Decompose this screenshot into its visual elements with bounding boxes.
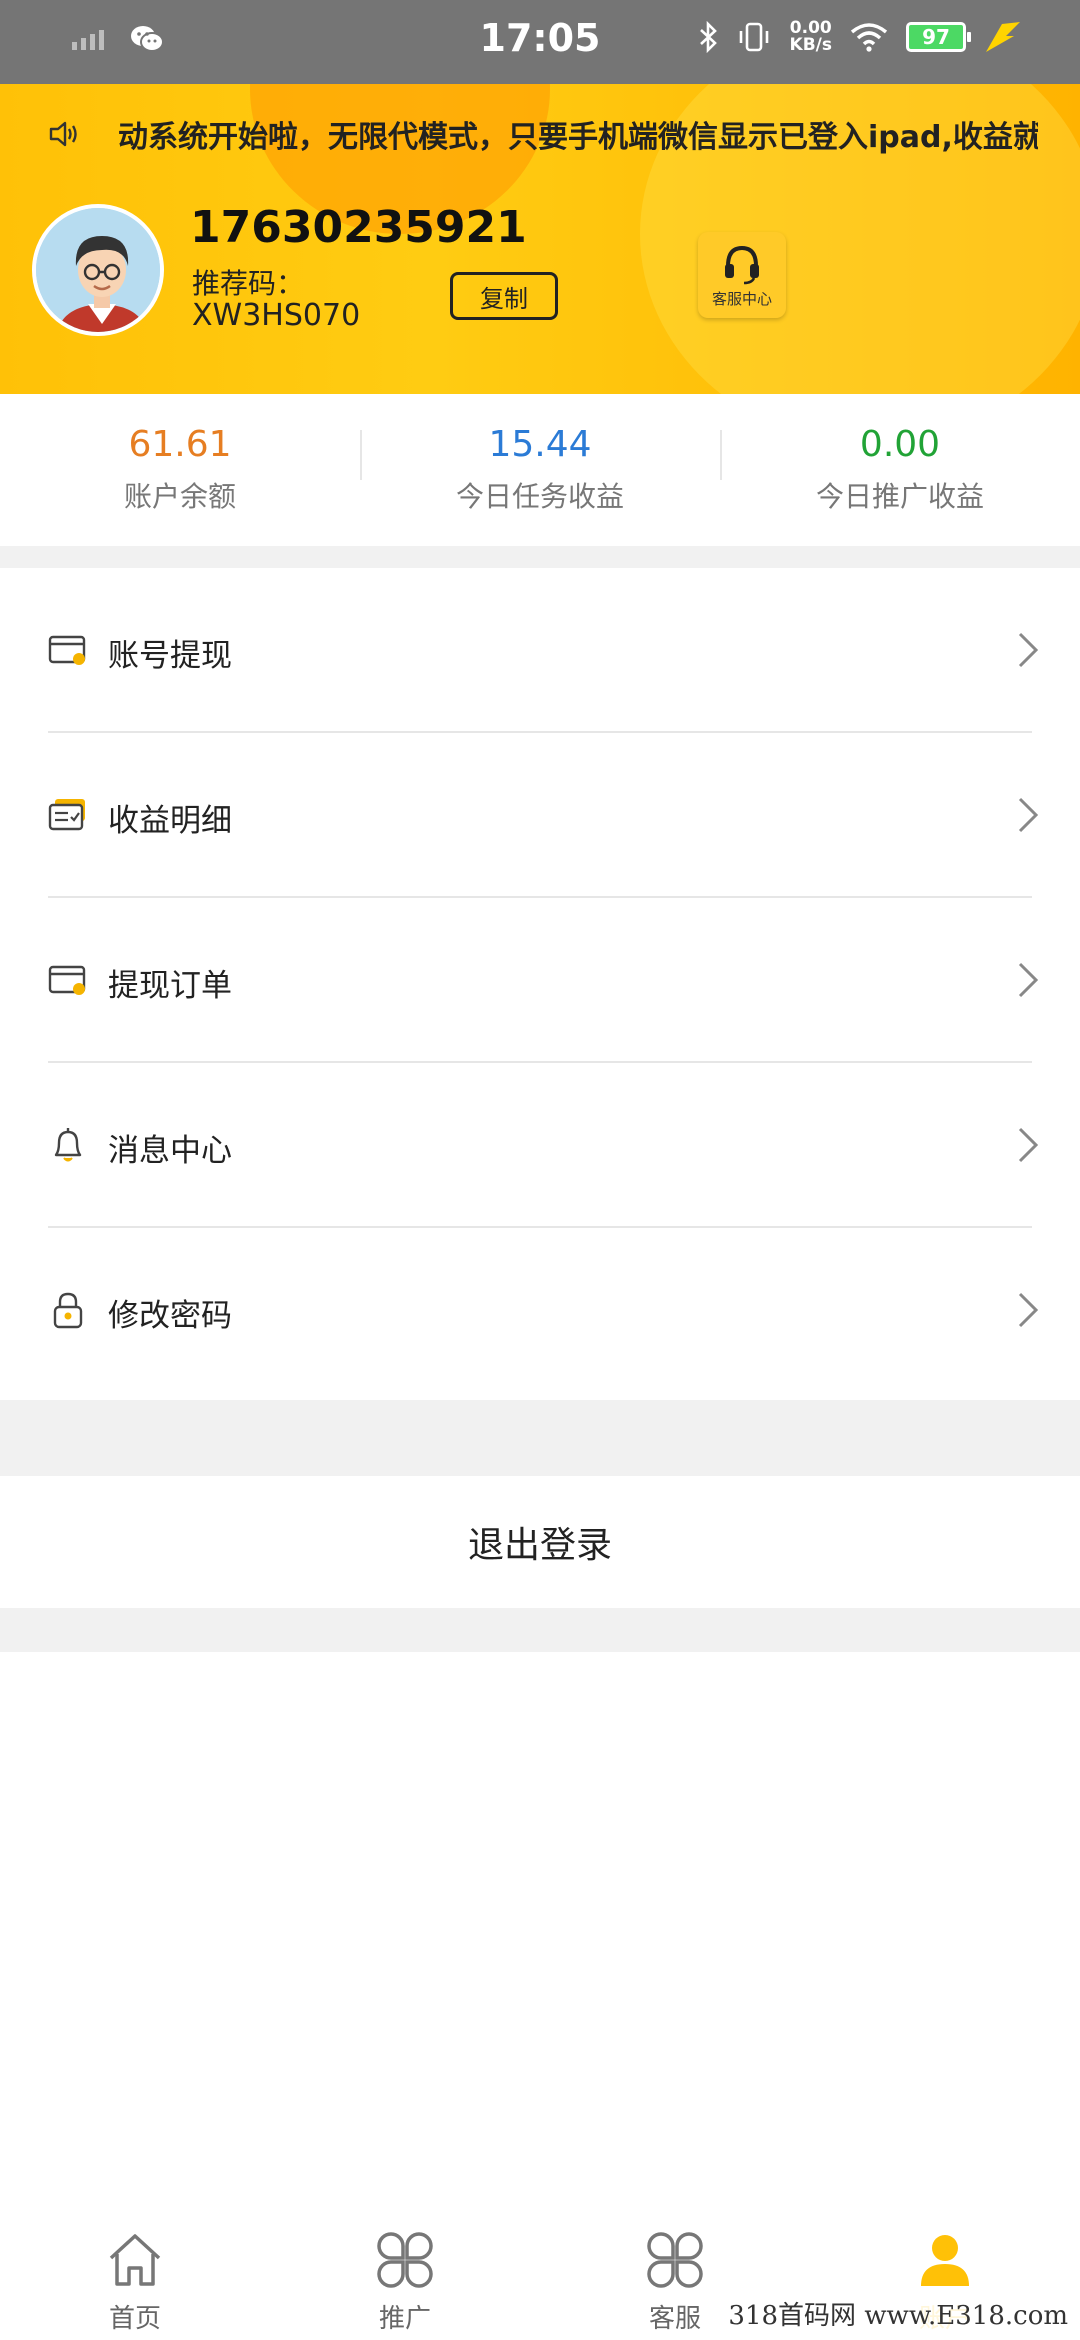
net-speed-unit: KB/s bbox=[789, 35, 832, 55]
nav-item-promote[interactable]: 推广 bbox=[270, 2210, 540, 2340]
home-icon bbox=[109, 2234, 161, 2286]
avatar[interactable] bbox=[32, 204, 164, 336]
notice-text: 动系统开始啦，无限代模式，只要手机端微信显示已登入ipad,收益就 bbox=[118, 120, 1038, 155]
headset-icon bbox=[725, 245, 759, 284]
stat-label: 今日推广收益 bbox=[815, 480, 984, 513]
ledger-icon bbox=[48, 799, 85, 831]
user-phone: 17630235921 bbox=[190, 202, 527, 253]
service-icon bbox=[647, 2232, 703, 2288]
menu-label: 账号提现 bbox=[108, 638, 232, 674]
menu-item-withdraw-orders[interactable]: 提现订单 bbox=[0, 898, 1080, 1063]
chevron-right-icon bbox=[1018, 962, 1039, 998]
nav-label: 客服 bbox=[648, 2304, 701, 2334]
nav-label: 推广 bbox=[378, 2304, 431, 2334]
bluetooth-icon bbox=[699, 21, 717, 53]
avatar-illustration bbox=[36, 208, 160, 332]
wallet-icon bbox=[48, 635, 86, 665]
chevron-right-icon bbox=[1018, 1127, 1039, 1163]
customer-service-label: 客服中心 bbox=[711, 289, 772, 308]
order-icon bbox=[48, 965, 86, 995]
stats-row: 61.61 账户余额 15.44 今日任务收益 0.00 今日推广收益 bbox=[0, 394, 1080, 546]
battery-icon: 97 bbox=[906, 22, 971, 52]
menu-label: 提现订单 bbox=[108, 968, 232, 1004]
menu-label: 消息中心 bbox=[108, 1133, 232, 1169]
stat-value: 15.44 bbox=[488, 424, 592, 465]
copy-button[interactable]: 复制 bbox=[450, 272, 558, 320]
status-bar: 17:05 0.00 KB/s 97 bbox=[0, 0, 1080, 84]
chevron-right-icon bbox=[1018, 797, 1039, 833]
wifi-icon bbox=[850, 23, 888, 52]
menu-item-income-details[interactable]: 收益明细 bbox=[0, 733, 1080, 898]
stat-label: 账户余额 bbox=[123, 480, 236, 513]
stat-label: 今日任务收益 bbox=[455, 480, 624, 513]
speaker-icon bbox=[49, 121, 77, 147]
promote-icon bbox=[377, 2232, 433, 2288]
stat-promo-income[interactable]: 0.00 今日推广收益 bbox=[720, 394, 1080, 546]
bell-icon bbox=[54, 1128, 82, 1162]
section-gap bbox=[0, 1400, 1080, 1476]
notice-marquee[interactable]: 动系统开始啦，无限代模式，只要手机端微信显示已登入ipad,收益就 bbox=[0, 104, 1080, 164]
chevron-right-icon bbox=[1018, 1292, 1039, 1328]
profile-header: 动系统开始啦，无限代模式，只要手机端微信显示已登入ipad,收益就 176302… bbox=[0, 84, 1080, 394]
menu-label: 修改密码 bbox=[108, 1298, 232, 1334]
menu-item-withdraw[interactable]: 账号提现 bbox=[0, 568, 1080, 733]
menu-label: 收益明细 bbox=[108, 803, 232, 839]
section-gap bbox=[0, 546, 1080, 568]
chevron-right-icon bbox=[1018, 632, 1039, 668]
stat-balance[interactable]: 61.61 账户余额 bbox=[0, 394, 360, 546]
menu-item-messages[interactable]: 消息中心 bbox=[0, 1063, 1080, 1228]
referral-label: 推荐码： bbox=[192, 267, 305, 300]
account-icon bbox=[921, 2235, 969, 2286]
lock-icon bbox=[53, 1292, 83, 1329]
section-gap bbox=[0, 1608, 1080, 1652]
nav-item-home[interactable]: 首页 bbox=[0, 2210, 270, 2340]
watermark: 318首码网 www.E318.com bbox=[724, 2293, 1072, 2334]
status-right: 0.00 KB/s 97 bbox=[698, 20, 1022, 54]
referral-code: XW3HS070 bbox=[192, 298, 361, 333]
nav-label: 首页 bbox=[108, 2304, 161, 2334]
vibrate-icon bbox=[739, 22, 768, 52]
stat-task-income[interactable]: 15.44 今日任务收益 bbox=[360, 394, 720, 546]
account-menu: 账号提现 收益明细 提现订单 消息中心 修改密码 bbox=[0, 568, 1080, 1400]
menu-item-change-password[interactable]: 修改密码 bbox=[0, 1228, 1080, 1393]
stat-value: 61.61 bbox=[128, 424, 232, 465]
charging-icon bbox=[986, 22, 1020, 52]
logout-button[interactable]: 退出登录 bbox=[0, 1476, 1080, 1608]
stat-value: 0.00 bbox=[859, 424, 941, 465]
customer-service-button[interactable]: 客服中心 bbox=[698, 232, 786, 318]
net-speed: 0.00 KB/s bbox=[790, 20, 832, 54]
